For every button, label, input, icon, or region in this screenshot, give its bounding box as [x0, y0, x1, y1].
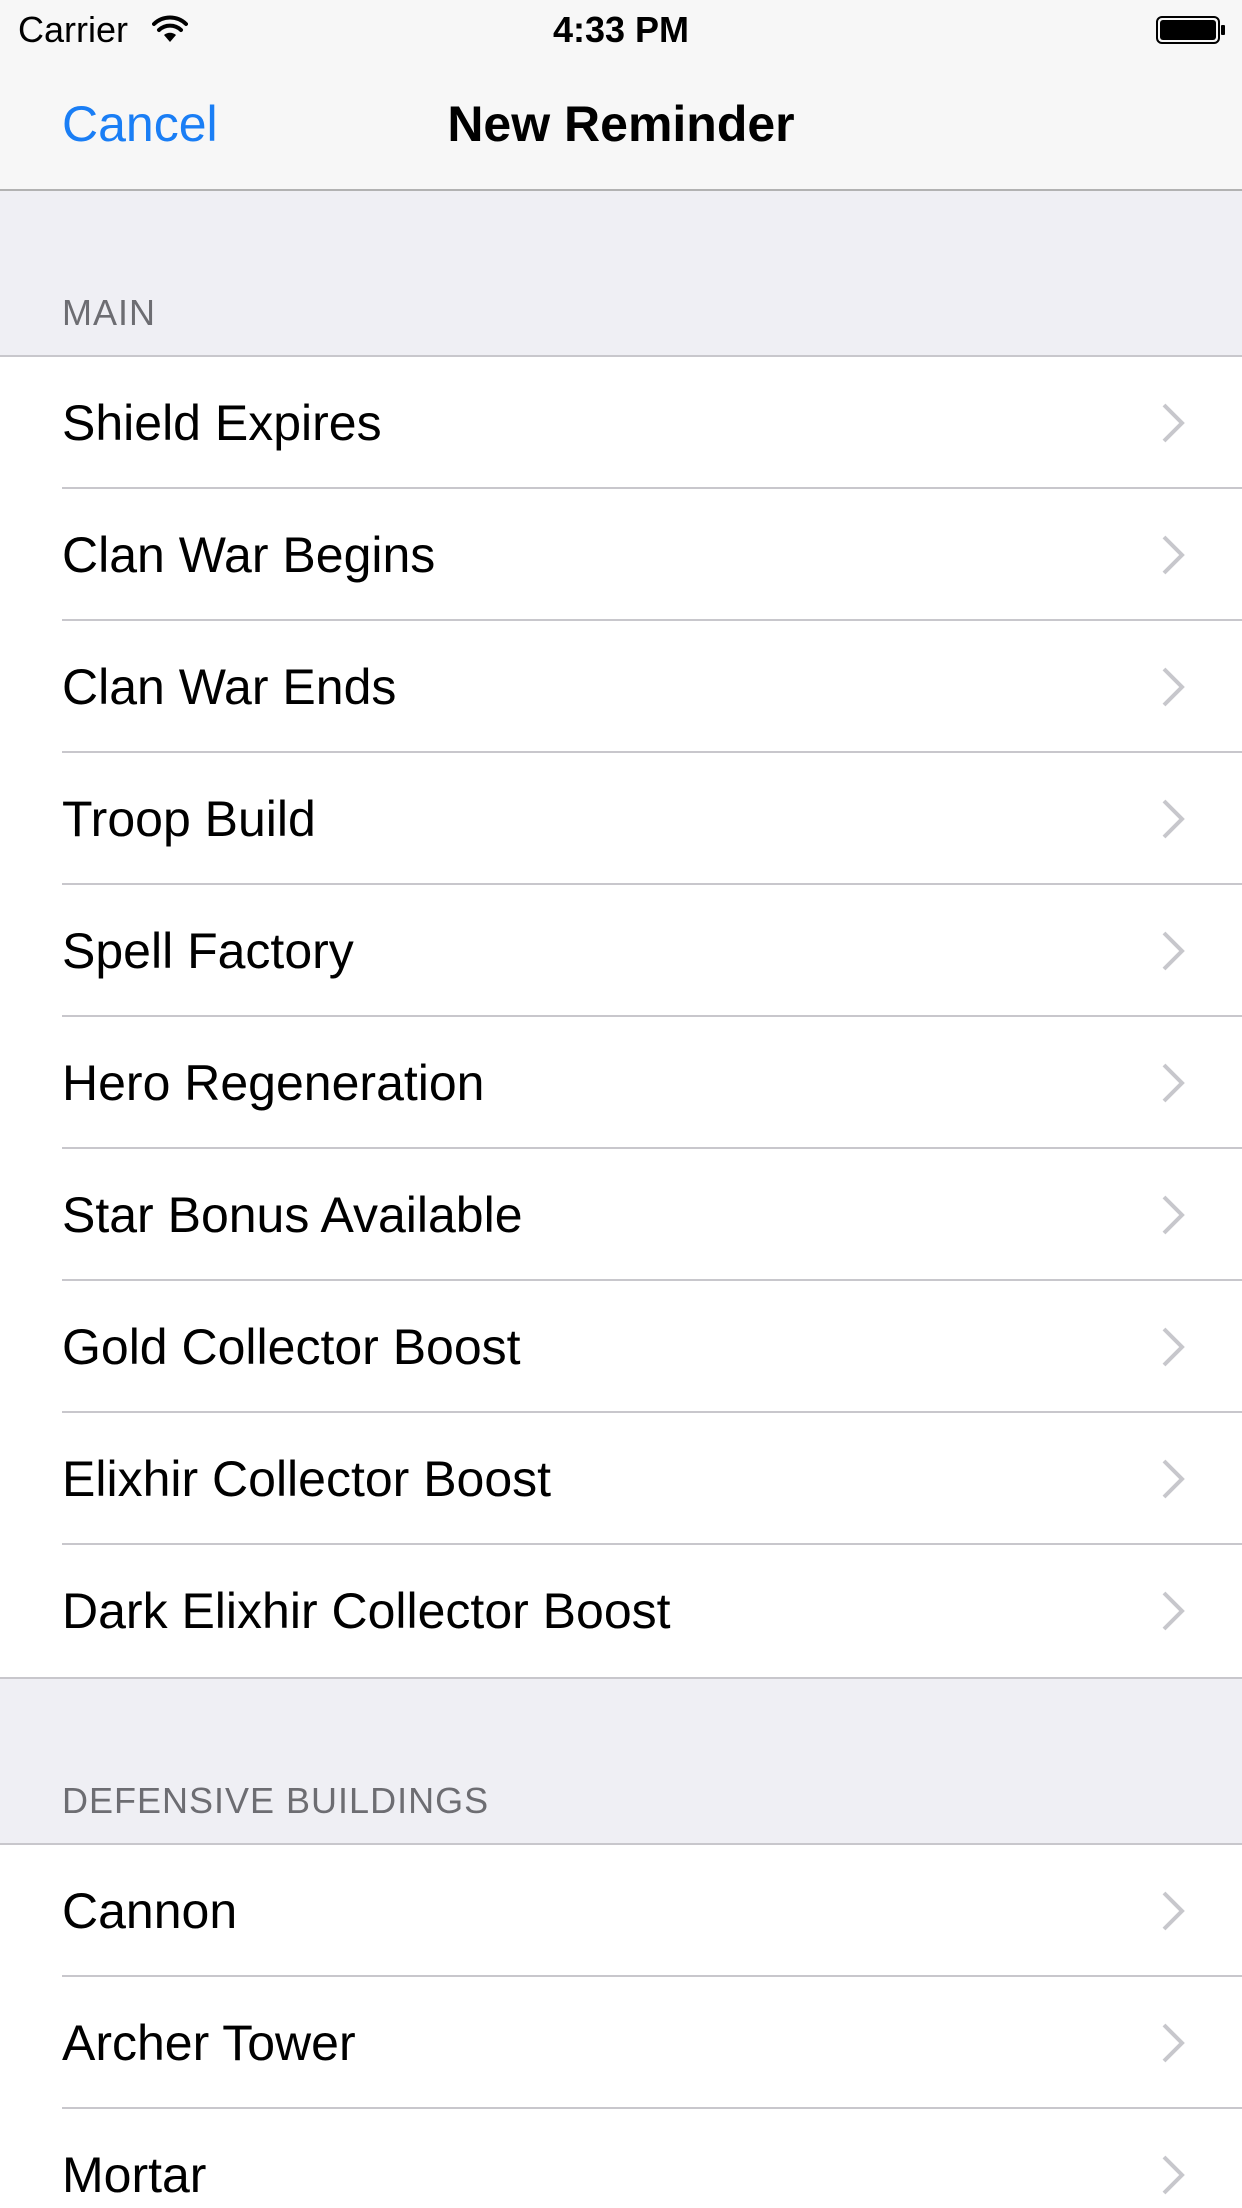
list-item-label: Star Bonus Available: [62, 1187, 523, 1243]
list-item-label: Clan War Ends: [62, 659, 397, 715]
chevron-right-icon: [1162, 535, 1185, 575]
page-title: New Reminder: [447, 96, 795, 152]
status-bar: Carrier 4:33 PM: [0, 0, 1242, 60]
section-header-defensive-buildings: DEFENSIVE BUILDINGS: [0, 1679, 1242, 1845]
list-item-label: Archer Tower: [62, 2015, 356, 2071]
chevron-right-icon: [1162, 2155, 1185, 2195]
chevron-right-icon: [1162, 1063, 1185, 1103]
list-item-label: Shield Expires: [62, 395, 382, 451]
list-item-label: Mortar: [62, 2147, 207, 2203]
list-item-label: Troop Build: [62, 791, 316, 847]
battery-icon: [1156, 16, 1225, 44]
list-item-shield-expires[interactable]: Shield Expires: [0, 357, 1242, 489]
chevron-right-icon: [1162, 403, 1185, 443]
list-item-spell-factory[interactable]: Spell Factory: [0, 885, 1242, 1017]
list-item-gold-collector-boost[interactable]: Gold Collector Boost: [0, 1281, 1242, 1413]
list-item-hero-regeneration[interactable]: Hero Regeneration: [0, 1017, 1242, 1149]
chevron-right-icon: [1162, 667, 1185, 707]
list-item-label: Dark Elixhir Collector Boost: [62, 1583, 671, 1639]
list-item-clan-war-begins[interactable]: Clan War Begins: [0, 489, 1242, 621]
chevron-right-icon: [1162, 1459, 1185, 1499]
list-item-elixhir-collector-boost[interactable]: Elixhir Collector Boost: [0, 1413, 1242, 1545]
list-item-label: Gold Collector Boost: [62, 1319, 521, 1375]
chevron-right-icon: [1162, 799, 1185, 839]
section-header-main: MAIN: [0, 191, 1242, 357]
list-item-archer-tower[interactable]: Archer Tower: [0, 1977, 1242, 2109]
list-item-clan-war-ends[interactable]: Clan War Ends: [0, 621, 1242, 753]
chevron-right-icon: [1162, 931, 1185, 971]
list-item-mortar[interactable]: Mortar: [0, 2109, 1242, 2208]
list-item-label: Hero Regeneration: [62, 1055, 485, 1111]
navigation-bar: Cancel New Reminder: [0, 60, 1242, 191]
section-header-label: DEFENSIVE BUILDINGS: [62, 1780, 490, 1821]
chevron-right-icon: [1162, 1327, 1185, 1367]
chevron-right-icon: [1162, 2023, 1185, 2063]
reminder-type-list: MAIN Shield Expires Clan War Begins Clan…: [0, 191, 1242, 2208]
list-item-label: Cannon: [62, 1883, 238, 1939]
new-reminder-screen: Carrier 4:33 PM Cancel New Reminder MAIN…: [0, 0, 1242, 2208]
list-item-star-bonus-available[interactable]: Star Bonus Available: [0, 1149, 1242, 1281]
chevron-right-icon: [1162, 1591, 1185, 1631]
status-time: 4:33 PM: [552, 9, 690, 50]
section-header-label: MAIN: [62, 292, 156, 333]
list-item-troop-build[interactable]: Troop Build: [0, 753, 1242, 885]
list-item-dark-elixhir-collector-boost[interactable]: Dark Elixhir Collector Boost: [0, 1545, 1242, 1677]
list-item-label: Spell Factory: [62, 923, 354, 979]
chevron-right-icon: [1162, 1891, 1185, 1931]
list-item-cannon[interactable]: Cannon: [0, 1845, 1242, 1977]
list-item-label: Elixhir Collector Boost: [62, 1451, 552, 1507]
section-main-list: Shield Expires Clan War Begins Clan War …: [0, 357, 1242, 1679]
chevron-right-icon: [1162, 1195, 1185, 1235]
list-item-label: Clan War Begins: [62, 527, 436, 583]
section-defensive-buildings-list: Cannon Archer Tower Mortar: [0, 1845, 1242, 2208]
